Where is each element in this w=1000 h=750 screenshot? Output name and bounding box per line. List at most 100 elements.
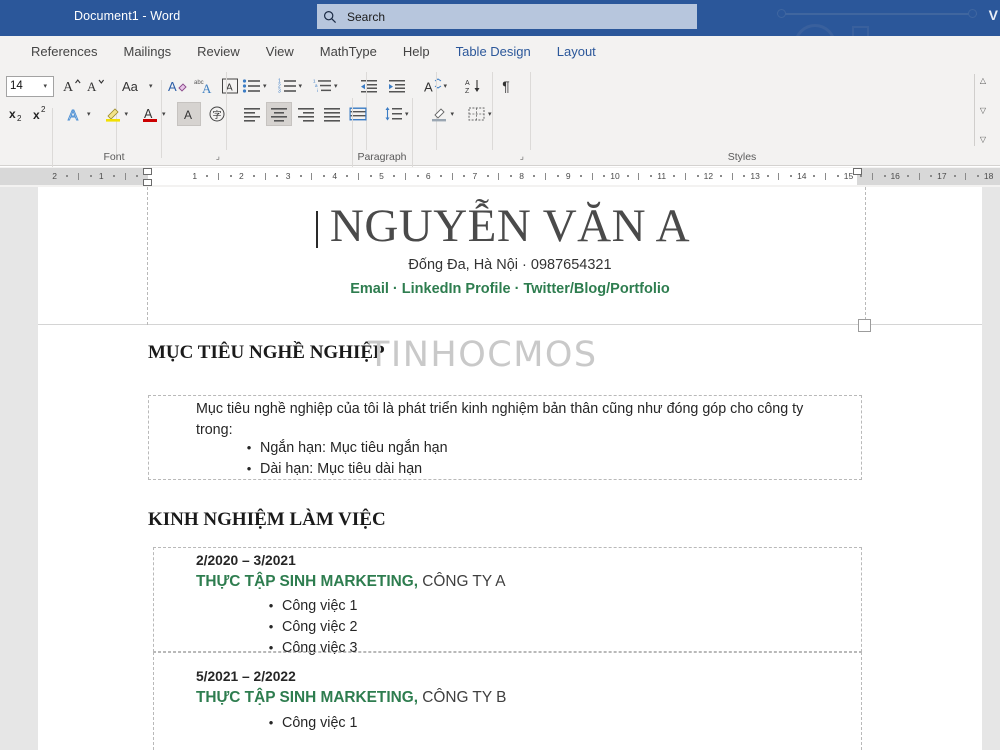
bullets-button[interactable]: ▾ <box>240 74 272 98</box>
ruler-minor-tick <box>358 172 360 180</box>
bullet-icon: • <box>268 619 274 634</box>
document-page[interactable]: NGUYỄN VĂN A Đống Đa, Hà Nội · 098765432… <box>38 187 982 750</box>
ruler-minor-tick <box>544 172 546 180</box>
text-effects-button[interactable]: A ▾ <box>64 102 96 126</box>
sort-ascending-button[interactable]: A Z <box>462 74 486 98</box>
enclose-characters-button[interactable]: 字 <box>205 102 229 126</box>
shrink-font-button[interactable]: A <box>84 74 108 98</box>
chevron-down-icon[interactable]: ▾ <box>124 110 132 118</box>
ruler-tick-label: 11 <box>657 171 667 181</box>
shading-button[interactable]: ▾ <box>428 102 460 126</box>
chevron-down-icon[interactable]: ▾ <box>443 82 451 90</box>
ruler-minor-tick <box>836 175 839 177</box>
document-canvas[interactable]: NGUYỄN VĂN A Đống Đa, Hà Nội · 098765432… <box>0 187 1000 750</box>
paragraph-group-label: Paragraph <box>357 151 407 163</box>
align-left-button[interactable] <box>240 102 264 126</box>
ruler-minor-tick <box>766 175 769 177</box>
objective-bullet-1: • Dài hạn: Mục tiêu dài hạn <box>238 461 422 477</box>
styles-gallery-scroll[interactable]: △ ▽ ▽ <box>974 74 991 146</box>
experience-entry-0-date: 2/2020 – 3/2021 <box>196 553 296 568</box>
decrease-indent-button[interactable] <box>357 74 381 98</box>
experience-entry-0-title: THỰC TẬP SINH MARKETING, CÔNG TY A <box>196 573 506 591</box>
search-input[interactable]: Search <box>317 4 697 29</box>
horizontal-ruler[interactable]: 2 1 1 2 3 4 5 6 7 8 9 10 11 12 13 14 15 16 17 18 <box>0 167 1000 187</box>
spelling-check-button[interactable]: abc A <box>192 74 218 98</box>
cv-contact-line: Đống Đa, Hà Nội · 0987654321 <box>408 257 612 273</box>
ruler-minor-tick <box>591 172 593 180</box>
svg-text:x: x <box>9 107 16 121</box>
table-resize-handle[interactable] <box>858 319 871 332</box>
change-case-button[interactable]: Aa ▾ <box>120 74 158 98</box>
clear-formatting-button[interactable]: A <box>166 74 192 98</box>
job-company: CÔNG TY A <box>417 573 506 590</box>
svg-text:A: A <box>144 107 153 121</box>
superscript-button[interactable]: x2 <box>30 102 54 126</box>
ruler-minor-tick <box>439 175 442 177</box>
right-indent-marker[interactable] <box>853 168 862 175</box>
chevron-down-icon[interactable]: ▾ <box>298 82 306 90</box>
font-dialog-launcher[interactable]: ⌟ <box>216 151 220 162</box>
ruler-minor-tick <box>673 175 676 177</box>
ruler-minor-tick <box>825 172 827 180</box>
ruler-minor-tick <box>965 172 967 180</box>
chevron-down-icon[interactable]: ▾ <box>42 82 50 90</box>
justify-button[interactable] <box>320 102 344 126</box>
scroll-down-icon[interactable]: ▽ <box>980 106 986 115</box>
grow-font-button[interactable]: A <box>60 74 84 98</box>
left-indent-marker[interactable] <box>143 179 152 186</box>
ruler-tick-label: 15 <box>843 171 854 181</box>
text-highlight-color-button[interactable]: ▾ <box>102 102 134 126</box>
show-formatting-marks-button[interactable]: ¶ <box>494 74 518 98</box>
svg-text:3: 3 <box>278 89 281 95</box>
distributed-button[interactable] <box>346 102 370 126</box>
numbering-button[interactable]: 1 2 3 ▾ <box>276 74 308 98</box>
chevron-down-icon[interactable]: ▾ <box>161 110 169 118</box>
font-color-button[interactable]: A ▾ <box>139 102 171 126</box>
ruler-minor-tick <box>603 175 606 177</box>
ruler-minor-tick <box>124 172 126 180</box>
svg-text:i: i <box>317 88 318 93</box>
svg-text:A: A <box>465 80 470 87</box>
font-size-input[interactable]: 14 ▾ <box>6 75 54 97</box>
ribbon-tab-references[interactable]: References <box>18 37 110 65</box>
ruler-minor-tick <box>743 175 746 177</box>
chevron-down-icon[interactable]: ▾ <box>487 110 495 118</box>
ruler-minor-tick <box>778 172 780 180</box>
ribbon-tab-table-design[interactable]: Table Design <box>443 37 544 65</box>
chevron-down-icon[interactable]: ▾ <box>86 110 94 118</box>
objective-heading: MỤC TIÊU NGHỀ NGHIỆP <box>148 342 385 363</box>
ruler-minor-tick <box>264 172 266 180</box>
align-right-button[interactable] <box>294 102 318 126</box>
chevron-down-icon[interactable]: ▾ <box>404 110 412 118</box>
ruler-tick-label: 18 <box>983 171 994 181</box>
subscript-button[interactable]: x2 <box>6 102 30 126</box>
first-line-indent-marker[interactable] <box>143 168 152 175</box>
ribbon-tab-review[interactable]: Review <box>184 37 253 65</box>
chevron-down-icon[interactable]: ▾ <box>148 82 156 90</box>
character-shading-button[interactable]: A <box>176 102 201 126</box>
ruler-minor-tick <box>253 175 256 177</box>
ribbon-tab-view[interactable]: View <box>253 37 307 65</box>
increase-indent-button[interactable] <box>385 74 409 98</box>
ribbon-tab-mathtype[interactable]: MathType <box>307 37 390 65</box>
ribbon-tab-help[interactable]: Help <box>390 37 443 65</box>
ribbon-tab-mailings[interactable]: Mailings <box>110 37 184 65</box>
scroll-up-icon[interactable]: △ <box>980 76 986 85</box>
styles-more-icon[interactable]: ▽ <box>980 135 986 144</box>
align-center-button[interactable] <box>266 102 292 126</box>
ruler-minor-tick <box>930 175 933 177</box>
chevron-down-icon[interactable]: ▾ <box>450 110 458 118</box>
svg-text:Z: Z <box>465 88 470 94</box>
line-spacing-button[interactable]: ▾ <box>382 102 414 126</box>
ribbon-tab-layout[interactable]: Layout <box>544 37 609 65</box>
multilevel-list-button[interactable]: 1 a i ▾ <box>311 74 343 98</box>
svg-text:A: A <box>168 79 177 94</box>
ruler-minor-tick <box>112 175 115 177</box>
chevron-down-icon[interactable]: ▾ <box>262 82 270 90</box>
chevron-down-icon[interactable]: ▾ <box>333 82 341 90</box>
experience-entry-1-date: 5/2021 – 2/2022 <box>196 669 296 684</box>
header-section[interactable]: NGUYỄN VĂN A Đống Đa, Hà Nội · 098765432… <box>38 187 982 325</box>
bullet-label: Công việc 1 <box>282 715 358 731</box>
ruler-tick-label: 3 <box>285 171 291 181</box>
borders-button[interactable]: ▾ <box>465 102 497 126</box>
